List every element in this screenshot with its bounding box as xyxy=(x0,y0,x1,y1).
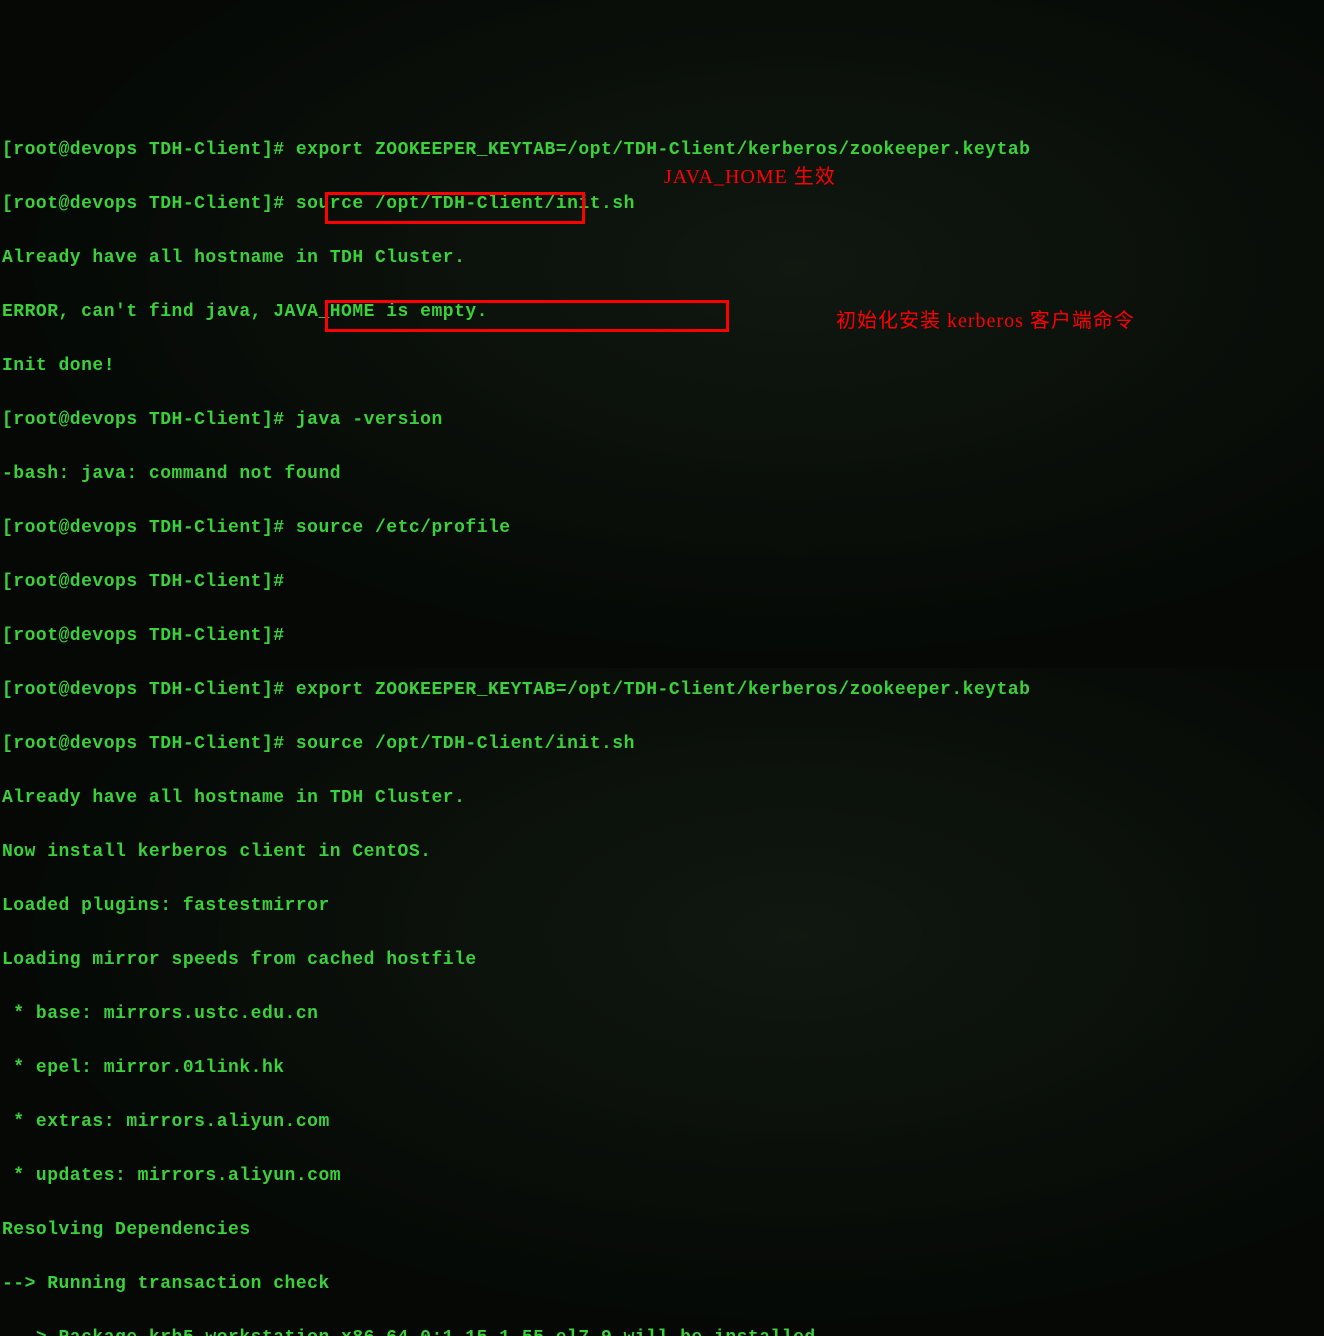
command-text: java -version xyxy=(296,410,443,430)
shell-prompt: [root@devops TDH-Client]# xyxy=(2,140,296,160)
terminal-line: * updates: mirrors.aliyun.com xyxy=(2,1163,1324,1190)
terminal-line: [root@devops TDH-Client]# export ZOOKEEP… xyxy=(2,137,1324,164)
terminal-line: [root@devops TDH-Client]# java -version xyxy=(2,407,1324,434)
shell-prompt: [root@devops TDH-Client]# xyxy=(2,194,296,214)
command-text: source /opt/TDH-Client/init.sh xyxy=(296,194,635,214)
command-text: export ZOOKEEPER_KEYTAB=/opt/TDH-Client/… xyxy=(296,680,1031,700)
terminal-line: * extras: mirrors.aliyun.com xyxy=(2,1109,1324,1136)
terminal-line: * epel: mirror.01link.hk xyxy=(2,1055,1324,1082)
terminal-line: Already have all hostname in TDH Cluster… xyxy=(2,785,1324,812)
terminal-line: Loading mirror speeds from cached hostfi… xyxy=(2,947,1324,974)
terminal-line: Now install kerberos client in CentOS. xyxy=(2,839,1324,866)
terminal-line: [root@devops TDH-Client]# source /etc/pr… xyxy=(2,515,1324,542)
terminal-line: * base: mirrors.ustc.edu.cn xyxy=(2,1001,1324,1028)
shell-prompt: [root@devops TDH-Client]# xyxy=(2,410,296,430)
shell-prompt: [root@devops TDH-Client]# xyxy=(2,734,296,754)
annotation-java-home: JAVA_HOME 生效 xyxy=(664,164,836,191)
terminal-line: Already have all hostname in TDH Cluster… xyxy=(2,245,1324,272)
shell-prompt: [root@devops TDH-Client]# xyxy=(2,680,296,700)
shell-prompt: [root@devops TDH-Client]# xyxy=(2,626,296,646)
command-text: export ZOOKEEPER_KEYTAB=/opt/TDH-Client/… xyxy=(296,140,1031,160)
terminal-line: Resolving Dependencies xyxy=(2,1217,1324,1244)
terminal-line: --> Running transaction check xyxy=(2,1271,1324,1298)
terminal-output[interactable]: [root@devops TDH-Client]# export ZOOKEEP… xyxy=(0,108,1324,1336)
terminal-line: ---> Package krb5-workstation.x86_64 0:1… xyxy=(2,1325,1324,1336)
command-text: source /opt/TDH-Client/init.sh xyxy=(296,734,635,754)
terminal-line: [root@devops TDH-Client]# xyxy=(2,569,1324,596)
terminal-line: [root@devops TDH-Client]# source /opt/TD… xyxy=(2,191,1324,218)
command-text: source /etc/profile xyxy=(296,518,511,538)
shell-prompt: [root@devops TDH-Client]# xyxy=(2,518,296,538)
terminal-line: [root@devops TDH-Client]# source /opt/TD… xyxy=(2,731,1324,758)
shell-prompt: [root@devops TDH-Client]# xyxy=(2,572,296,592)
terminal-line: Init done! xyxy=(2,353,1324,380)
terminal-line: Loaded plugins: fastestmirror xyxy=(2,893,1324,920)
terminal-line: -bash: java: command not found xyxy=(2,461,1324,488)
annotation-kerberos: 初始化安装 kerberos 客户端命令 xyxy=(836,308,1135,335)
terminal-line: [root@devops TDH-Client]# export ZOOKEEP… xyxy=(2,677,1324,704)
terminal-line: [root@devops TDH-Client]# xyxy=(2,623,1324,650)
